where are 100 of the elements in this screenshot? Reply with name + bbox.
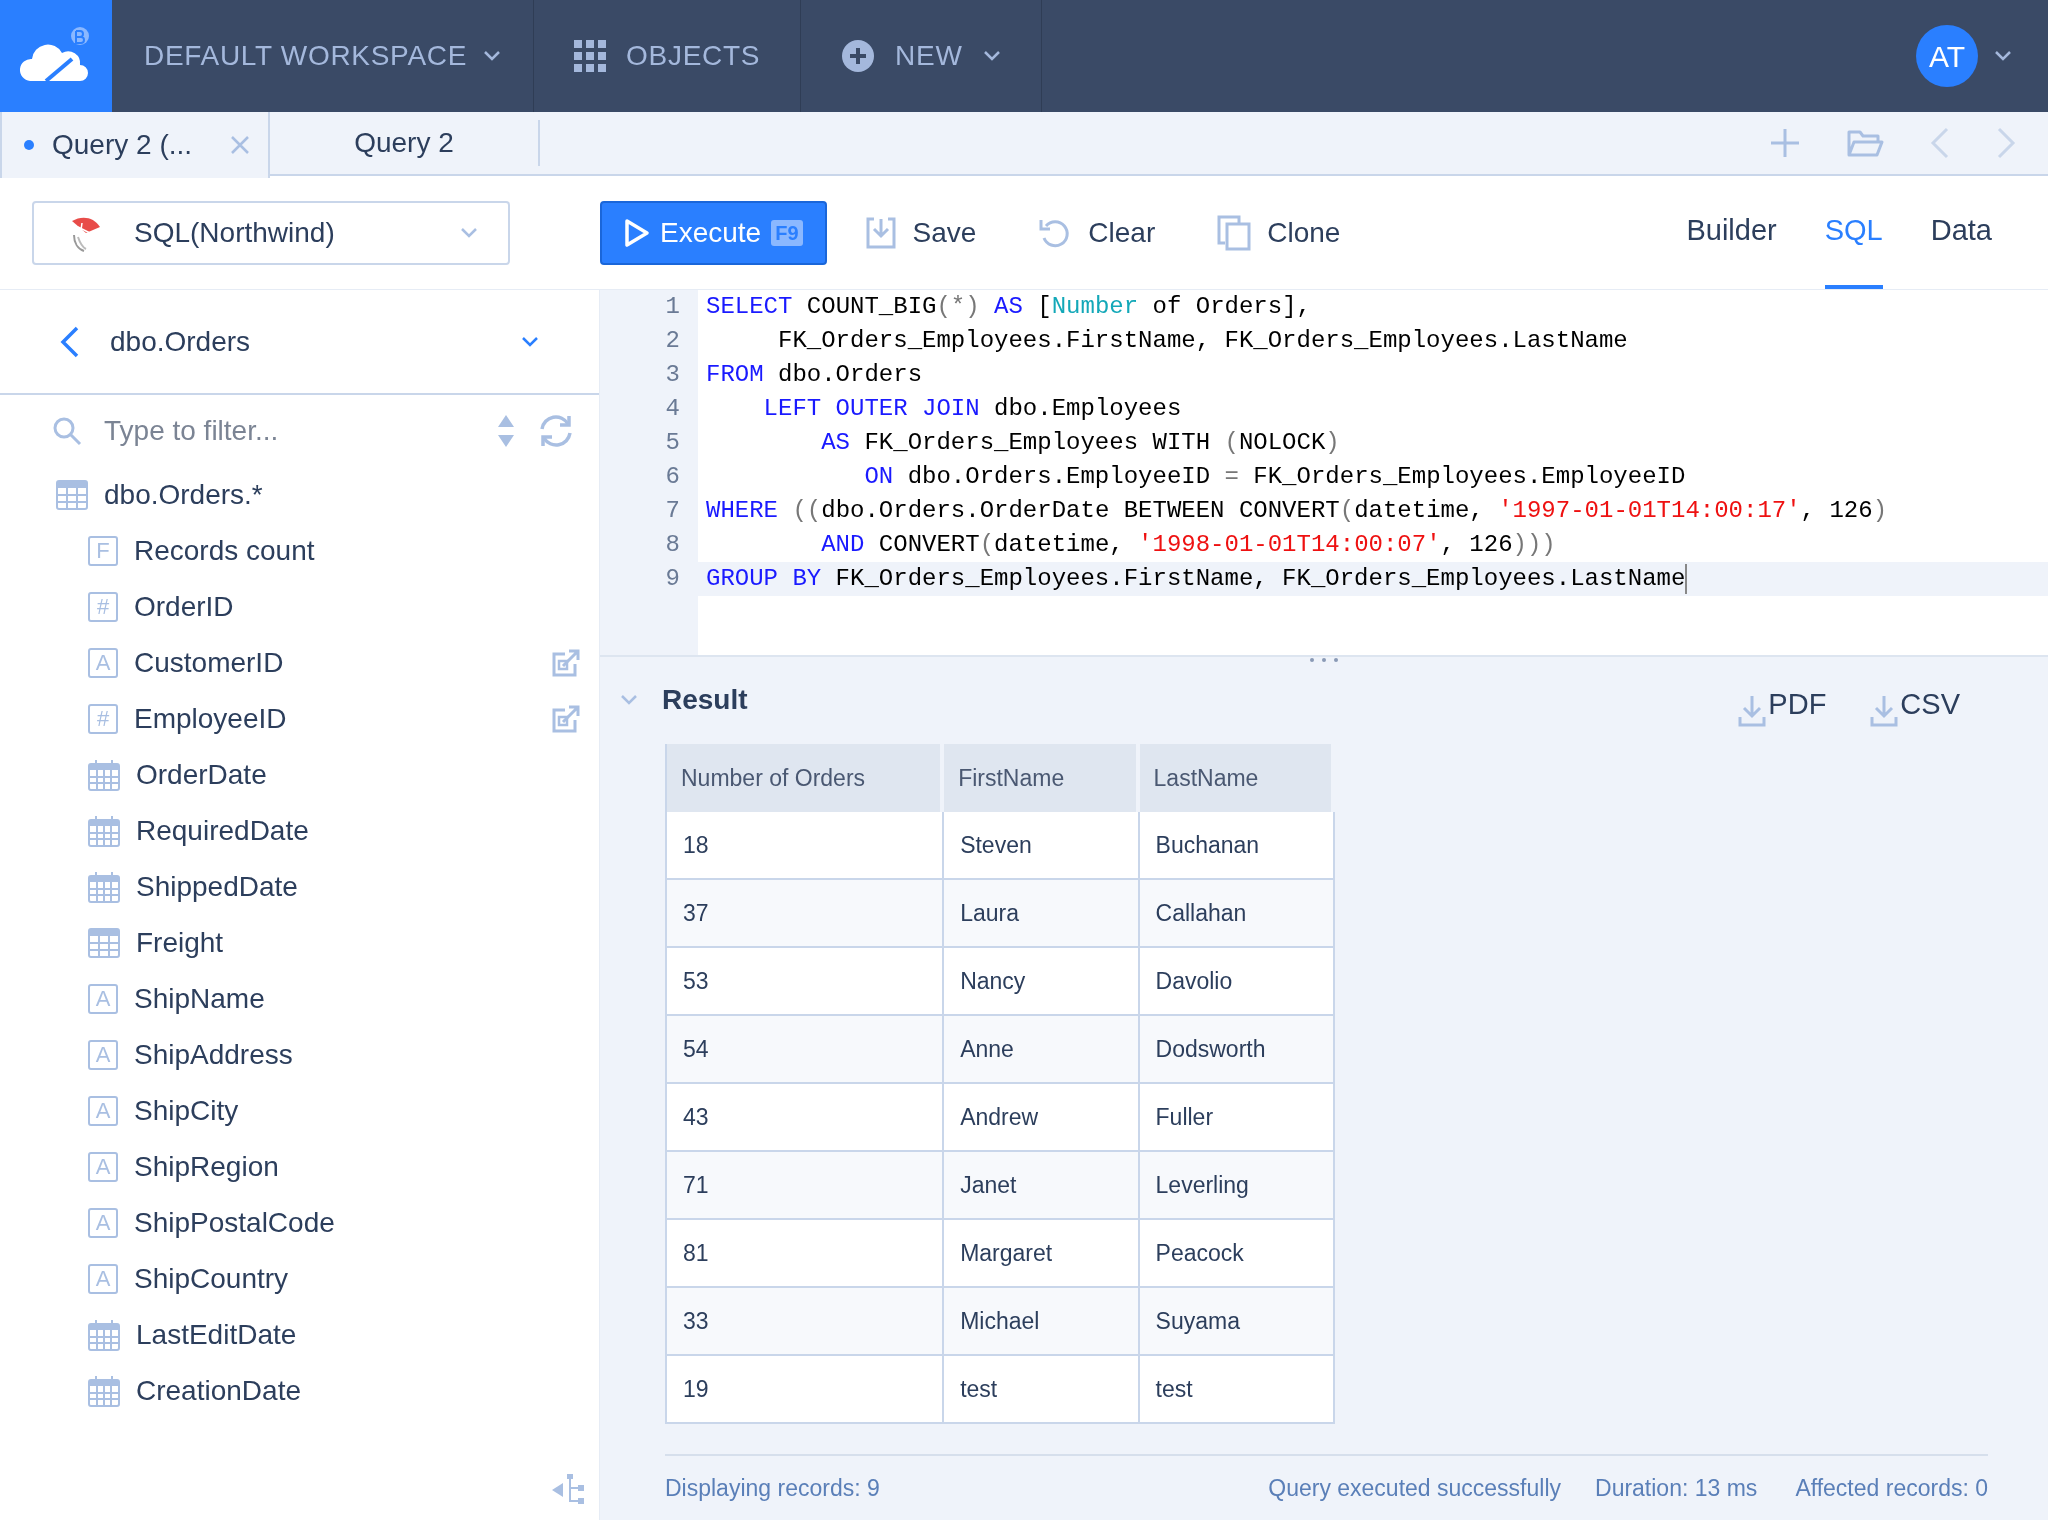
type-badge: A: [88, 1264, 118, 1294]
add-icon[interactable]: [1770, 128, 1800, 158]
tree-item[interactable]: A CustomerID: [0, 635, 599, 691]
view-tab[interactable]: Data: [1930, 176, 1992, 289]
table-cell: 18: [667, 812, 945, 878]
calendar-icon: [88, 1375, 120, 1407]
filter-field[interactable]: Type to filter...: [104, 410, 475, 452]
table-cell: Steven: [944, 812, 1140, 878]
tree-item[interactable]: RequiredDate: [0, 803, 599, 859]
external-link-icon[interactable]: [551, 648, 581, 678]
tree-item[interactable]: F Records count: [0, 523, 599, 579]
line-number: 4: [664, 394, 680, 424]
tree-item[interactable]: CreationDate: [0, 1363, 599, 1419]
copy-icon: [1217, 214, 1252, 251]
code-line: LEFT OUTER JOIN dbo.Employees: [762, 394, 1182, 424]
line-number: 2: [664, 326, 680, 356]
close-icon[interactable]: [230, 135, 251, 155]
caret-icon: [483, 50, 502, 62]
tree-item[interactable]: LastEditDate: [0, 1307, 599, 1363]
clear-button[interactable]: Clear: [1038, 211, 1156, 254]
view-tab[interactable]: Builder: [1686, 176, 1777, 289]
table-cell: 54: [667, 1016, 945, 1082]
code-line: AND CONVERT(datetime, '1998-01-01T14:00:07', 126))): [820, 530, 1556, 560]
tree-item[interactable]: A ShipName: [0, 971, 599, 1027]
clone-button[interactable]: Clone: [1217, 211, 1341, 254]
line-number: 9: [664, 564, 680, 594]
code-line: GROUP BY FK_Orders_Employees.FirstName, FK_Orders_Employees.LastName: [706, 564, 1686, 594]
table-cell: Callahan: [1139, 880, 1335, 946]
type-badge: A: [88, 1152, 118, 1182]
record-count: Displaying records: 9: [665, 1473, 880, 1503]
type-badge: #: [88, 704, 118, 734]
table-cell: Leverling: [1139, 1152, 1335, 1218]
type-badge: F: [88, 536, 118, 566]
table-cell: Andrew: [944, 1084, 1140, 1150]
affected-records: Affected records: 0: [1795, 1473, 1988, 1503]
folder-icon[interactable]: [1846, 128, 1884, 158]
tree-item[interactable]: A ShipCountry: [0, 1251, 599, 1307]
export-button[interactable]: PDF: [1738, 683, 1827, 727]
sort-icon[interactable]: [497, 414, 515, 448]
query-tab[interactable]: Query 2 (...: [0, 112, 270, 178]
code-line: AS FK_Orders_Employees WITH (NOLOCK): [820, 428, 1340, 458]
table-cell: 43: [667, 1084, 945, 1150]
table-cell: Suyama: [1139, 1288, 1335, 1354]
tree-item[interactable]: OrderDate: [0, 747, 599, 803]
caret-icon: [521, 335, 539, 348]
tree-item[interactable]: A ShipCity: [0, 1083, 599, 1139]
play-icon: [624, 217, 650, 248]
table-cell: Janet: [944, 1152, 1140, 1218]
type-badge: A: [88, 1096, 118, 1126]
shortcut-badge: F9: [771, 219, 803, 246]
calendar-icon: [88, 1319, 120, 1351]
tree-item[interactable]: ShippedDate: [0, 859, 599, 915]
execute-button[interactable]: Execute F9: [600, 200, 827, 265]
line-number: 6: [664, 462, 680, 492]
table-cell: test: [1139, 1356, 1335, 1422]
export-button[interactable]: CSV: [1870, 683, 1960, 727]
tree-item[interactable]: A ShipPostalCode: [0, 1195, 599, 1251]
tree-item[interactable]: Freight: [0, 915, 599, 971]
table-cell: Davolio: [1139, 948, 1335, 1014]
code-line: ON dbo.Orders.EmployeeID = FK_Orders_Employees.EmployeeID: [863, 462, 1686, 492]
table-cell: Michael: [944, 1288, 1140, 1354]
back-icon[interactable]: [60, 325, 80, 358]
grid-icon: [574, 40, 607, 72]
table-cell: Anne: [944, 1016, 1140, 1082]
calendar-icon: [88, 815, 120, 847]
download-icon: [864, 215, 897, 250]
table-cell: Laura: [944, 880, 1140, 946]
result-title: Result: [662, 683, 748, 717]
external-link-icon[interactable]: [551, 704, 581, 734]
forward-icon[interactable]: [1996, 127, 2016, 159]
code-line: SELECT COUNT_BIG(*) AS [Number of Orders],: [706, 292, 1311, 322]
table-cell: Dodsworth: [1139, 1016, 1335, 1082]
tree-item[interactable]: # OrderID: [0, 579, 599, 635]
tree-item[interactable]: # EmployeeID: [0, 691, 599, 747]
table-cell: Buchanan: [1139, 812, 1335, 878]
type-badge: A: [88, 1040, 118, 1070]
type-badge: #: [88, 592, 118, 622]
download-icon: [1738, 694, 1767, 727]
refresh-icon[interactable]: [537, 414, 575, 448]
table-cell: 71: [667, 1152, 945, 1218]
data-source-select[interactable]: SQL(Northwind): [32, 200, 510, 265]
table-cell: Margaret: [944, 1220, 1140, 1286]
table-cell: 19: [667, 1356, 945, 1422]
save-button[interactable]: Save: [864, 211, 977, 254]
table-cell: Fuller: [1139, 1084, 1335, 1150]
user-menu[interactable]: AT: [1916, 0, 2048, 112]
tree-item[interactable]: A ShipRegion: [0, 1139, 599, 1195]
sql-editor[interactable]: [600, 290, 2048, 655]
table-cell: 33: [667, 1288, 945, 1354]
collapse-tree-icon[interactable]: [551, 1474, 585, 1506]
splitter-handle-icon[interactable]: [1309, 657, 1339, 663]
duration: Duration: 13 ms: [1595, 1473, 1758, 1503]
type-badge: A: [88, 984, 118, 1014]
line-number: 8: [664, 530, 680, 560]
tree-item[interactable]: A ShipAddress: [0, 1027, 599, 1083]
avatar: AT: [1916, 25, 1978, 87]
tree-item[interactable]: dbo.Orders.*: [0, 467, 599, 523]
table-cell: test: [944, 1356, 1140, 1422]
calendar-icon: [88, 871, 120, 903]
app-logo[interactable]: [0, 0, 112, 112]
